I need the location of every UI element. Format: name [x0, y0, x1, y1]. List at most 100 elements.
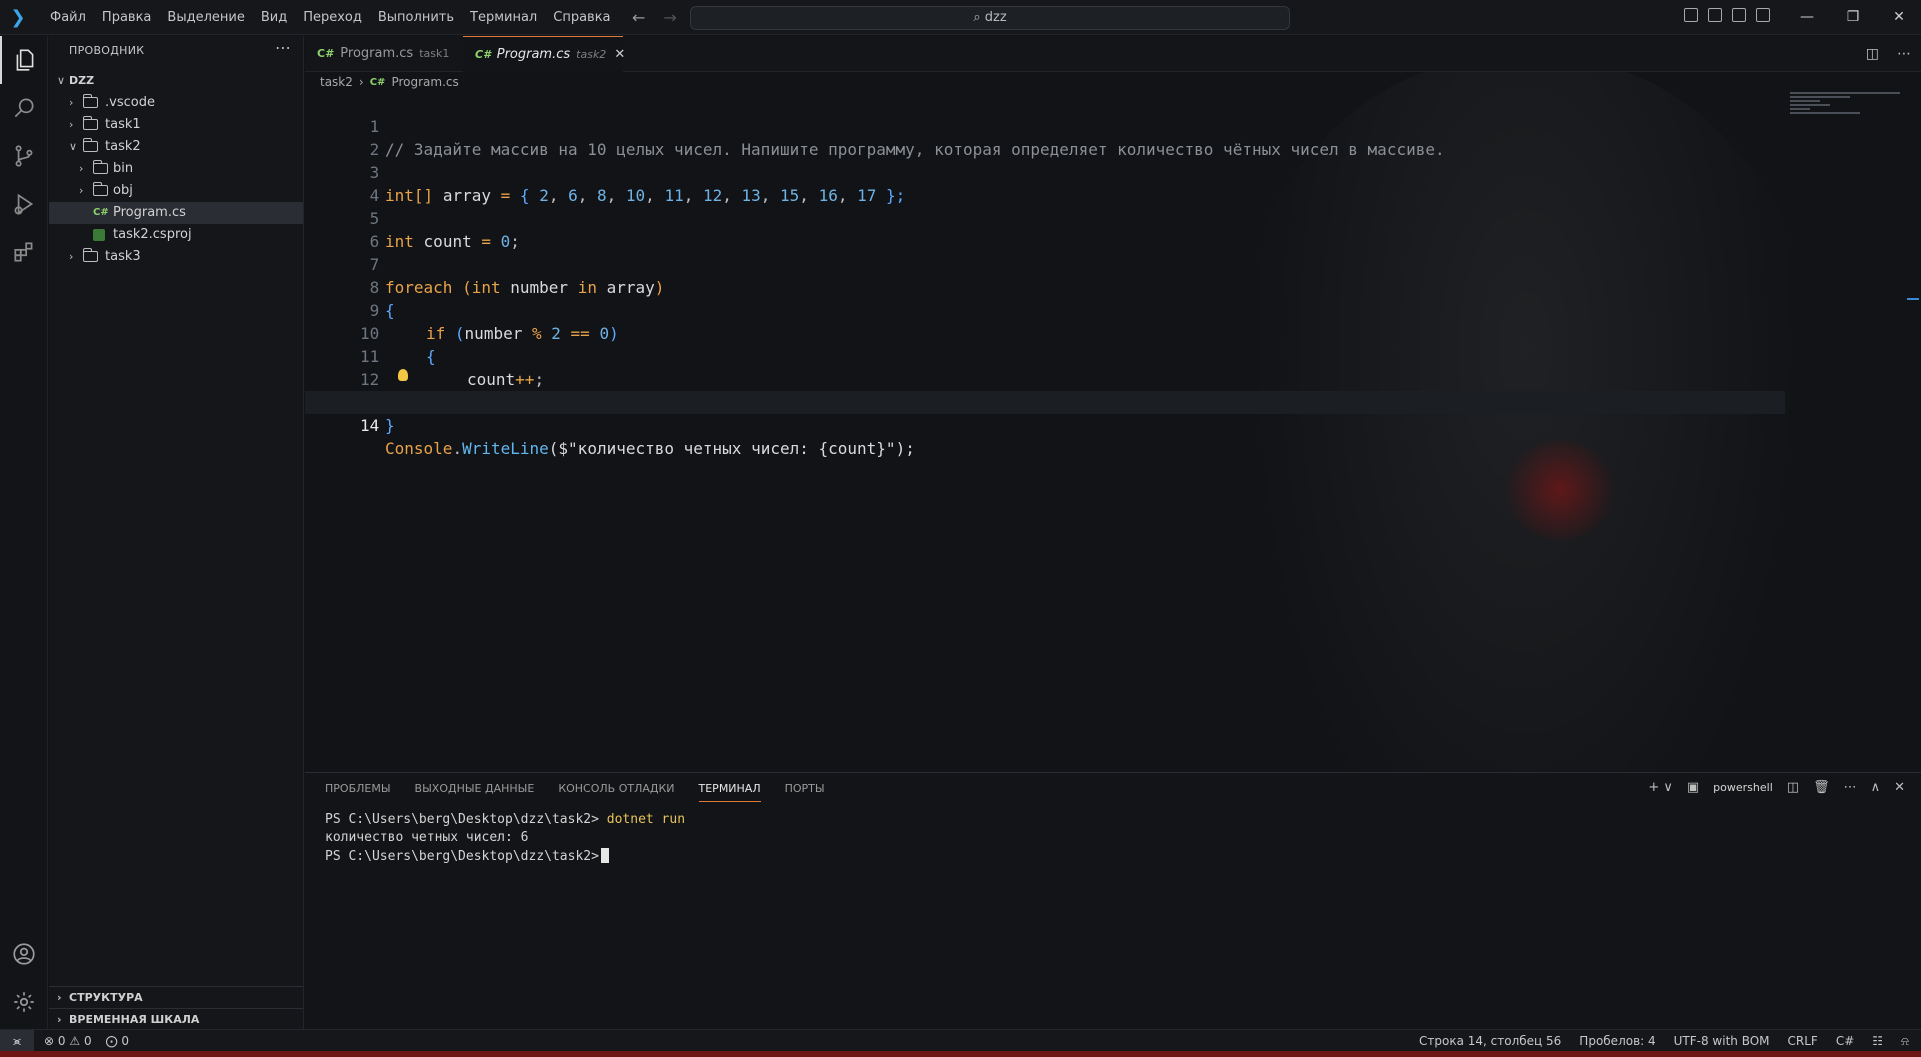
tree-item-program-cs[interactable]: C# Program.cs — [49, 202, 303, 224]
terminal-shell-label[interactable]: powershell — [1713, 781, 1773, 794]
tab-debug-console[interactable]: КОНСОЛЬ ОТЛАДКИ — [558, 782, 674, 802]
activity-bar — [0, 36, 48, 1029]
tree-root[interactable]: ∨ DZZ — [49, 70, 303, 92]
folder-icon — [92, 160, 108, 174]
tab-terminal[interactable]: ТЕРМИНАЛ — [698, 782, 761, 802]
command-center-search[interactable]: ⌕ dzz — [690, 6, 1290, 30]
taskbar-strip — [0, 1051, 1921, 1057]
tab-program-task2[interactable]: C# Program.cs task2 ✕ — [463, 36, 625, 72]
terminal-output: количество четных чисел: 6 — [325, 830, 529, 845]
back-arrow-icon[interactable]: ← — [632, 8, 645, 27]
forward-arrow-icon[interactable]: → — [663, 8, 676, 27]
bell-icon[interactable]: ⍾ — [1901, 1030, 1909, 1052]
tree-item-label: .vscode — [105, 95, 155, 110]
remote-indicator-icon[interactable]: ⪤ — [0, 1030, 34, 1052]
outline-section[interactable]: › СТРУКТУРА — [49, 986, 303, 1008]
more-actions-icon[interactable]: ⋯ — [275, 38, 291, 57]
tree-item-csproj[interactable]: task2.csproj — [49, 224, 303, 246]
indentation[interactable]: Пробелов: 4 — [1579, 1030, 1655, 1052]
menu-terminal[interactable]: Терминал — [462, 0, 545, 35]
breadcrumb: task2 › C# Program.cs — [320, 73, 459, 91]
menu-run[interactable]: Выполнить — [370, 0, 462, 35]
split-terminal-icon[interactable]: ◫ — [1787, 780, 1799, 795]
new-terminal-icon[interactable]: + ∨ — [1648, 780, 1673, 795]
title-bar: ❯ Файл Правка Выделение Вид Переход Выпо… — [0, 0, 1921, 35]
close-icon[interactable]: ✕ — [1876, 0, 1921, 35]
accounts-button[interactable] — [0, 930, 48, 978]
breadcrumb-folder[interactable]: task2 — [320, 75, 353, 89]
code-line-current[interactable]: 14 Console.WriteLine($"количество четных… — [305, 391, 1785, 458]
language-mode[interactable]: C# — [1836, 1030, 1854, 1052]
error-icon: ⊗ — [44, 1034, 55, 1048]
timeline-section[interactable]: › ВРЕМЕННАЯ ШКАЛА — [49, 1008, 303, 1030]
extensions-button[interactable] — [0, 228, 48, 276]
toggle-sidebar-icon[interactable] — [1684, 8, 1698, 22]
code-line[interactable]: 7 foreach (int number in array) — [305, 230, 1785, 297]
code-line[interactable]: 3 int[] array = { 2, 6, 8, 10, 11, 12, 1… — [305, 138, 1785, 205]
code-line[interactable]: 12 } — [305, 345, 1785, 412]
source-control-button[interactable] — [0, 132, 48, 180]
menu-go[interactable]: Переход — [295, 0, 370, 35]
tree-item-task3[interactable]: › task3 — [49, 246, 303, 268]
tree-item-bin[interactable]: › bin — [49, 158, 303, 180]
restore-icon[interactable]: ❐ — [1830, 0, 1876, 35]
csharp-file-icon: C# — [93, 207, 109, 218]
tree-item-obj[interactable]: › obj — [49, 180, 303, 202]
tree-root-label: DZZ — [69, 74, 95, 87]
more-actions-icon[interactable]: ⋯ — [1844, 780, 1857, 795]
code-line[interactable]: 6 — [305, 207, 1785, 251]
copilot-icon[interactable]: ☷ — [1872, 1030, 1883, 1052]
chevron-right-icon: › — [79, 184, 84, 197]
tab-label: Program.cs — [340, 46, 414, 61]
end-of-line[interactable]: CRLF — [1788, 1030, 1818, 1052]
menu-help[interactable]: Справка — [545, 0, 618, 35]
tab-problems[interactable]: ПРОБЛЕМЫ — [325, 782, 391, 802]
toggle-secondary-sidebar-icon[interactable] — [1732, 8, 1746, 22]
settings-button[interactable] — [0, 978, 48, 1026]
code-line[interactable]: 5 int count = 0; — [305, 184, 1785, 251]
terminal-shell-icon: ▣ — [1686, 780, 1700, 795]
navigation-arrows: ← → — [632, 8, 677, 27]
maximize-panel-icon[interactable]: ∧ — [1871, 780, 1881, 795]
code-line[interactable]: 8 { — [305, 253, 1785, 320]
tree-item-vscode[interactable]: › .vscode — [49, 92, 303, 114]
code-line[interactable]: 2 — [305, 115, 1785, 159]
run-debug-button[interactable] — [0, 180, 48, 228]
folder-icon — [82, 248, 98, 262]
menu-view[interactable]: Вид — [253, 0, 295, 35]
chevron-right-icon: › — [69, 96, 74, 109]
tab-output[interactable]: ВЫХОДНЫЕ ДАННЫЕ — [415, 782, 535, 802]
code-line[interactable]: 4 — [305, 161, 1785, 205]
breadcrumb-file[interactable]: Program.cs — [391, 75, 458, 89]
cursor-position[interactable]: Строка 14, столбец 56 — [1419, 1030, 1561, 1052]
tree-item-task1[interactable]: › task1 — [49, 114, 303, 136]
code-line[interactable]: 10 { — [305, 299, 1785, 366]
code-line[interactable]: 9 if (number % 2 == 0) — [305, 276, 1785, 343]
more-actions-icon[interactable]: ⋯ — [1897, 46, 1911, 62]
code-line[interactable]: 1 // Задайте массив на 10 целых чисел. Н… — [305, 92, 1785, 159]
problems-indicator[interactable]: ⊗ 0 ⚠ 0 — [44, 1030, 92, 1052]
terminal-line[interactable]: PS C:\Users\berg\Desktop\dzz\task2> — [325, 848, 609, 864]
search-button[interactable] — [0, 84, 48, 132]
tree-item-task2[interactable]: ∨ task2 — [49, 136, 303, 158]
toggle-panel-icon[interactable] — [1708, 8, 1722, 22]
minimize-icon[interactable]: — — [1784, 0, 1830, 35]
customize-layout-icon[interactable] — [1756, 8, 1770, 22]
close-panel-icon[interactable]: ✕ — [1894, 780, 1905, 795]
code-line[interactable]: 13 } — [305, 368, 1785, 435]
trash-icon[interactable]: 🗑 — [1813, 780, 1830, 795]
menu-selection[interactable]: Выделение — [159, 0, 252, 35]
minimap[interactable] — [1790, 90, 1905, 130]
close-tab-icon[interactable]: ✕ — [614, 47, 625, 62]
tab-ports[interactable]: ПОРТЫ — [785, 782, 825, 802]
tab-program-task1[interactable]: C# Program.cs task1 — [305, 36, 463, 72]
terminal-line[interactable]: PS C:\Users\berg\Desktop\dzz\task2> dotn… — [325, 812, 685, 827]
split-editor-icon[interactable]: ◫ — [1866, 46, 1879, 62]
ports-indicator[interactable]: ⨀ 0 — [106, 1030, 129, 1052]
lightbulb-icon[interactable] — [398, 369, 408, 381]
menu-edit[interactable]: Правка — [94, 0, 159, 35]
code-line[interactable]: 11 count++; — [305, 322, 1785, 389]
explorer-button[interactable] — [0, 36, 48, 84]
encoding[interactable]: UTF-8 with BOM — [1674, 1030, 1770, 1052]
menu-file[interactable]: Файл — [42, 0, 94, 35]
